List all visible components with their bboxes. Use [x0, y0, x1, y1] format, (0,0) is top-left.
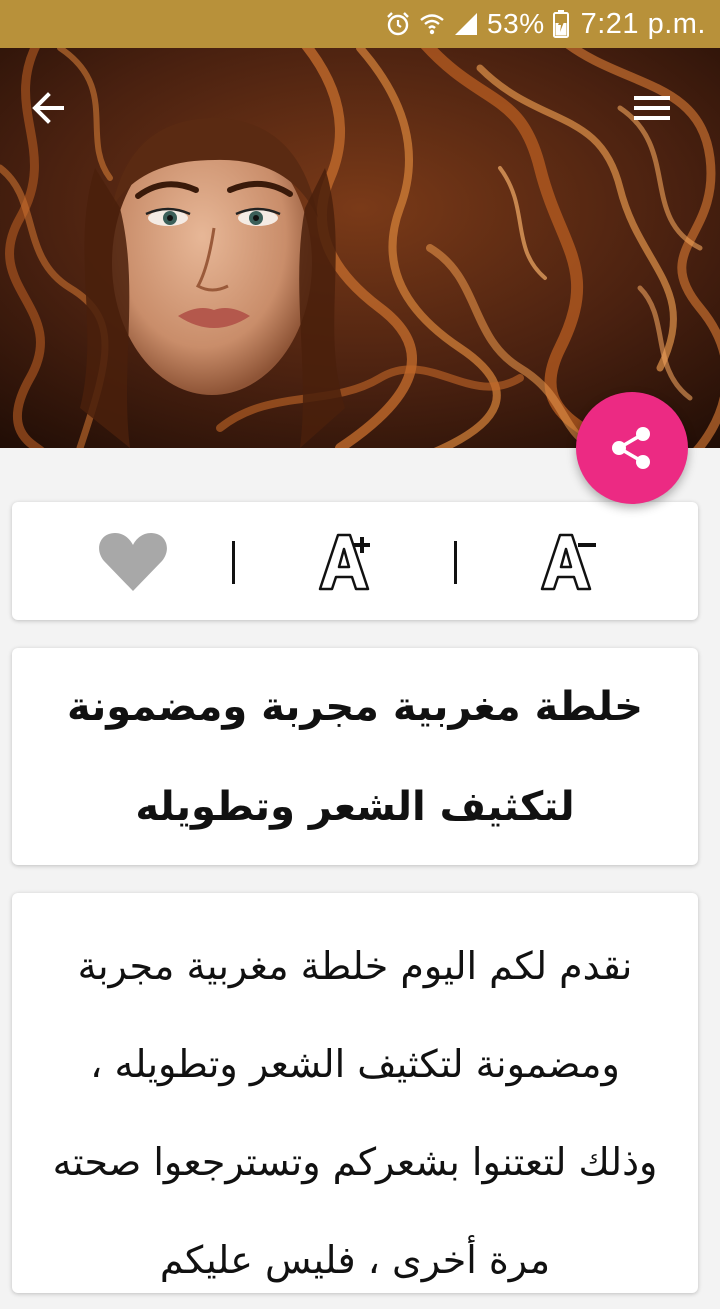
battery-percent: 53% [487, 8, 545, 39]
back-button[interactable] [20, 80, 76, 136]
wifi-icon [419, 11, 445, 37]
font-decrease-icon [540, 533, 596, 591]
arrow-left-icon [32, 92, 64, 124]
article-title: خلطة مغربية مجربة ومضمونة لتكثيف الشعر و… [67, 683, 643, 830]
hamburger-menu-icon [634, 96, 670, 120]
clock: 7:21 p.m. [580, 7, 706, 40]
battery-charging-icon [552, 10, 569, 38]
hero-image [0, 48, 720, 448]
article-body-card: نقدم لكم اليوم خلطة مغربية مجربة ومضمونة… [12, 893, 698, 1293]
alarm-icon [385, 11, 411, 37]
menu-button[interactable] [624, 80, 680, 136]
heart-icon [99, 533, 167, 591]
increase-font-button[interactable] [302, 524, 392, 600]
share-button[interactable] [576, 392, 688, 504]
reading-toolbar [12, 502, 698, 620]
font-increase-icon [318, 533, 370, 591]
share-icon [612, 427, 650, 469]
article-title-card: خلطة مغربية مجربة ومضمونة لتكثيف الشعر و… [12, 648, 698, 865]
status-bar: 53% 7:21 p.m. [0, 0, 720, 48]
article-body: نقدم لكم اليوم خلطة مغربية مجربة ومضمونة… [52, 944, 658, 1282]
toolbar-divider [454, 541, 457, 584]
signal-icon [453, 11, 479, 37]
decrease-font-button[interactable] [524, 524, 614, 600]
portrait-illustration [0, 48, 720, 448]
toolbar-divider [232, 541, 235, 584]
favorite-button[interactable] [88, 524, 178, 600]
